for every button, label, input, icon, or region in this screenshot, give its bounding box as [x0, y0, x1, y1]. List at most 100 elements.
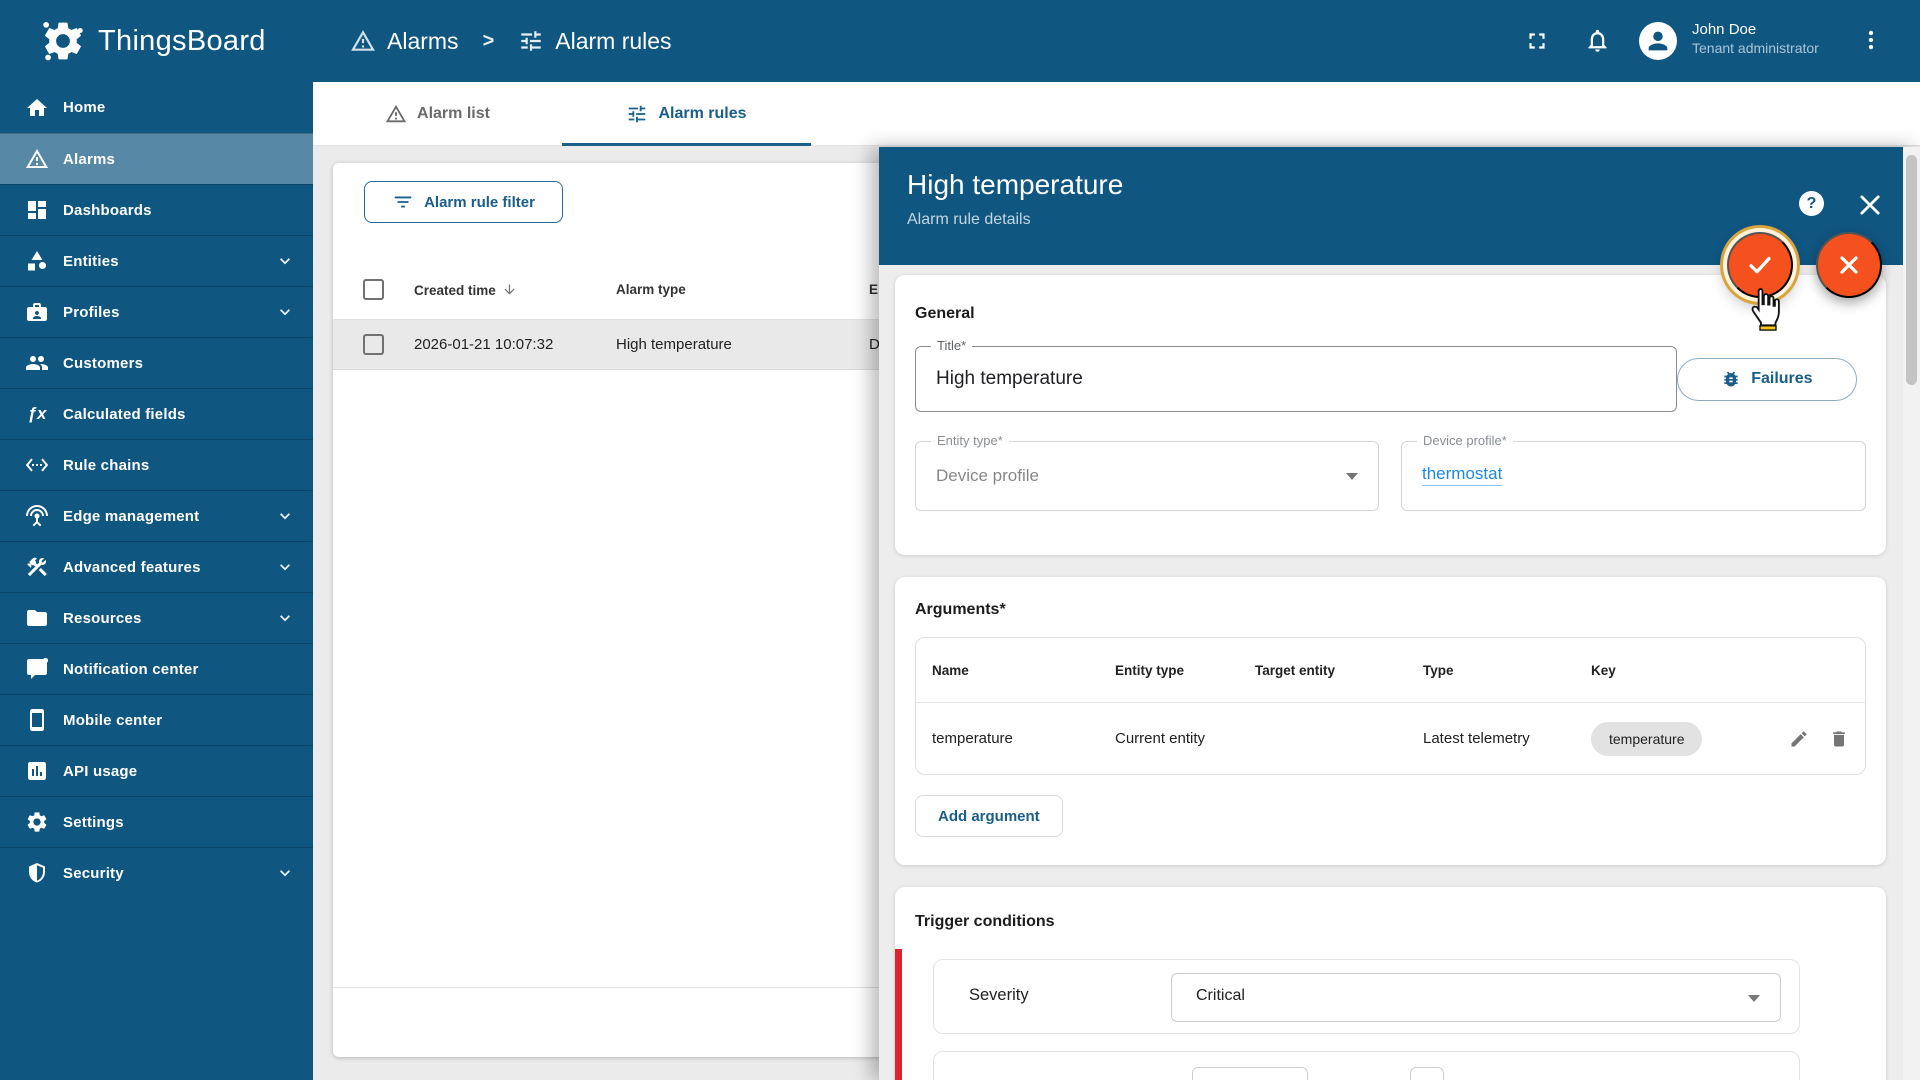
tab-alarm-list[interactable]: Alarm list: [313, 82, 562, 146]
title-field[interactable]: Title* High temperature: [915, 338, 1677, 412]
entity-type-value: Device profile: [936, 466, 1039, 485]
alarm-warning-icon: [350, 28, 376, 54]
top-app-bar: ThingsBoard Alarms > Alarm rules John Do…: [0, 0, 1920, 82]
entity-type-field[interactable]: Entity type* Device profile: [915, 433, 1379, 511]
avatar-icon[interactable]: [1639, 22, 1677, 60]
sidebar-item-alarms[interactable]: Alarms: [0, 133, 313, 184]
panel-scrollbar-thumb[interactable]: [1906, 155, 1917, 385]
sort-descending-icon[interactable]: [502, 282, 517, 297]
edit-pencil-icon[interactable]: [1789, 729, 1809, 749]
entities-icon: [25, 249, 49, 273]
arguments-table-header: Name Entity type Target entity Type Key: [916, 638, 1865, 702]
chevron-down-icon: [275, 863, 295, 883]
sidebar-item-advanced-features[interactable]: Advanced features: [0, 541, 313, 592]
sidebar-item-resources[interactable]: Resources: [0, 592, 313, 643]
failures-button[interactable]: Failures: [1676, 357, 1857, 401]
column-header-clipped: E: [869, 282, 879, 297]
severity-card: Severity Critical: [933, 959, 1800, 1034]
mobile-center-icon: [25, 708, 49, 732]
sidebar-item-settings[interactable]: Settings: [0, 796, 313, 847]
sidebar-item-rule-chains[interactable]: Rule chains: [0, 439, 313, 490]
sidebar-item-notification-center[interactable]: Notification center: [0, 643, 313, 694]
cell-created-time: 2026-01-21 10:07:32: [414, 336, 554, 353]
condition-field-small[interactable]: [1410, 1067, 1444, 1080]
cell-alarm-type: High temperature: [616, 336, 732, 353]
thingsboard-app: ThingsBoard Alarms > Alarm rules John Do…: [0, 0, 1920, 1080]
discard-changes-fab[interactable]: [1816, 232, 1882, 298]
device-profile-label: Device profile*: [1417, 433, 1513, 448]
column-header-type: Type: [1423, 662, 1454, 678]
select-all-checkbox[interactable]: [363, 279, 384, 300]
condition-field[interactable]: [1192, 1067, 1308, 1080]
settings-gear-icon: [25, 810, 49, 834]
sidebar-item-api-usage[interactable]: API usage: [0, 745, 313, 796]
sidebar: Home Alarms Dashboards Entities Profiles…: [0, 82, 313, 1080]
sidebar-item-home[interactable]: Home: [0, 82, 313, 133]
sidebar-item-dashboards[interactable]: Dashboards: [0, 184, 313, 235]
alarm-warning-icon: [25, 147, 49, 171]
argument-type: Latest telemetry: [1423, 730, 1530, 747]
column-header-alarm-type[interactable]: Alarm type: [616, 282, 686, 297]
notifications-bell-icon[interactable]: [1584, 27, 1611, 54]
breadcrumb-level2-label: Alarm rules: [555, 27, 672, 54]
bug-icon: [1721, 369, 1741, 389]
sidebar-item-customers[interactable]: Customers: [0, 337, 313, 388]
sidebar-item-entities[interactable]: Entities: [0, 235, 313, 286]
close-icon[interactable]: [1856, 191, 1884, 219]
fullscreen-icon[interactable]: [1524, 28, 1550, 54]
security-shield-icon: [25, 861, 49, 885]
filter-icon: [392, 191, 414, 213]
column-header-target-entity: Target entity: [1255, 662, 1336, 678]
app-title: ThingsBoard: [98, 24, 266, 57]
dashboards-icon: [25, 198, 49, 222]
apply-changes-fab[interactable]: [1727, 232, 1793, 298]
sidebar-item-mobile-center[interactable]: Mobile center: [0, 694, 313, 745]
calculated-fields-icon: ƒx: [27, 404, 47, 423]
notification-center-icon: [25, 657, 49, 681]
argument-entity-type: Current entity: [1115, 730, 1206, 747]
user-role: Tenant administrator: [1692, 40, 1819, 56]
resources-folder-icon: [25, 606, 49, 630]
severity-select[interactable]: Critical: [1171, 973, 1781, 1022]
failures-button-label: Failures: [1751, 370, 1813, 387]
argument-row: temperature Current entity Latest teleme…: [916, 702, 1865, 774]
argument-name: temperature: [932, 730, 1013, 747]
chevron-down-icon: [275, 251, 295, 271]
chevron-down-icon: [275, 506, 295, 526]
edge-management-icon: [25, 504, 49, 528]
row-checkbox[interactable]: [363, 334, 384, 355]
column-header-created-time[interactable]: Created time: [414, 282, 517, 298]
column-header-key: Key: [1591, 662, 1616, 678]
sidebar-item-edge-management[interactable]: Edge management: [0, 490, 313, 541]
sidebar-item-security[interactable]: Security: [0, 847, 313, 898]
help-icon[interactable]: ?: [1799, 191, 1824, 216]
tune-icon: [518, 28, 544, 54]
panel-scrollbar[interactable]: [1903, 147, 1920, 1080]
thingsboard-logo[interactable]: ThingsBoard: [40, 0, 266, 82]
arguments-section: Arguments* Name Entity type Target entit…: [895, 577, 1886, 865]
delete-trash-icon[interactable]: [1829, 729, 1849, 749]
sidebar-item-calculated-fields[interactable]: ƒx Calculated fields: [0, 388, 313, 439]
alarm-rule-filter-button[interactable]: Alarm rule filter: [364, 181, 563, 223]
add-argument-button[interactable]: Add argument: [915, 795, 1063, 837]
device-profile-link[interactable]: thermostat: [1422, 464, 1503, 486]
tab-label: Alarm list: [417, 105, 490, 122]
thingsboard-logo-icon: [40, 18, 86, 64]
user-info[interactable]: John Doe Tenant administrator: [1692, 20, 1819, 58]
advanced-features-icon: [25, 555, 49, 579]
tab-alarm-rules[interactable]: Alarm rules: [562, 82, 811, 146]
dropdown-caret-icon: [1346, 473, 1358, 480]
breadcrumb: Alarms > Alarm rules: [350, 0, 672, 82]
device-profile-field[interactable]: Device profile* thermostat: [1401, 433, 1866, 511]
chevron-down-icon: [275, 557, 295, 577]
breadcrumb-alarms[interactable]: Alarms: [350, 28, 459, 55]
home-icon: [25, 96, 49, 120]
column-header-entity-type: Entity type: [1115, 662, 1185, 678]
panel-subtitle: Alarm rule details: [907, 211, 1031, 228]
sidebar-item-profiles[interactable]: Profiles: [0, 286, 313, 337]
general-section: General Title* High temperature Failures…: [895, 275, 1886, 555]
kebab-menu-icon[interactable]: [1858, 27, 1884, 53]
profiles-icon: [25, 300, 49, 324]
column-header-name: Name: [932, 662, 969, 678]
breadcrumb-alarm-rules[interactable]: Alarm rules: [518, 27, 672, 55]
